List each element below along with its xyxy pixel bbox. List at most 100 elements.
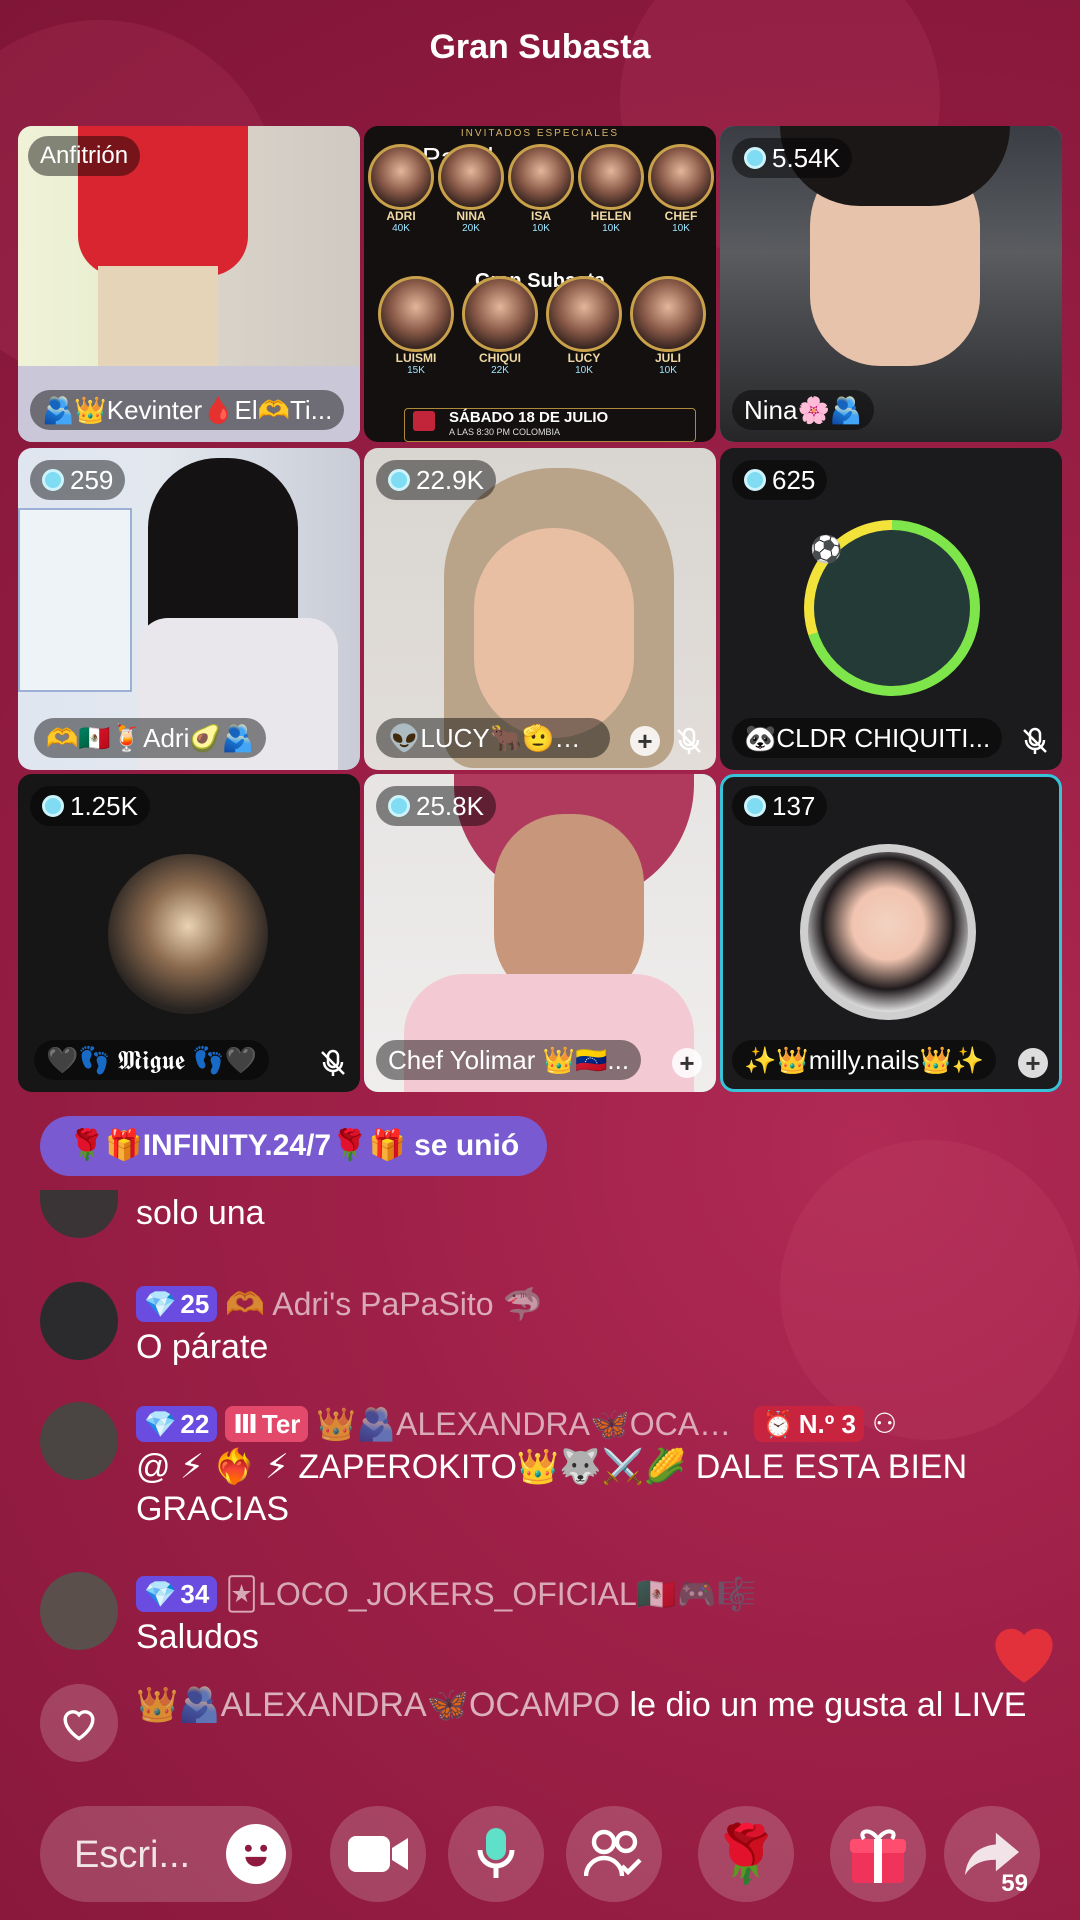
poster-avatar: [438, 144, 504, 210]
add-icon[interactable]: +: [672, 1048, 702, 1078]
fan-club-icon: Ⅲ: [233, 1409, 258, 1439]
poster-guest-value: 40K: [392, 223, 410, 234]
calendar-icon: [413, 411, 435, 431]
user-joined-banner: 🌹🎁INFINITY.24/7🌹🎁 se unió: [40, 1116, 548, 1176]
avatar[interactable]: [40, 1402, 118, 1480]
message-text: solo una: [136, 1194, 265, 1232]
poster-avatar: [368, 144, 434, 210]
poster-guest-value: 10K: [659, 365, 677, 376]
mic-muted-icon: [1023, 727, 1047, 754]
poster-guest: LUISMI 15K: [378, 276, 454, 376]
guest-name: 👽LUCY🐂🫡🦔🐱: [376, 718, 610, 758]
avatar[interactable]: [40, 1282, 118, 1360]
poster-guest: ADRI 40K: [368, 144, 434, 234]
poster-date: SÁBADO 18 DE JULIO: [449, 409, 609, 426]
poster-guest: ISA 10K: [508, 144, 574, 234]
poster-guest-name: JULI: [654, 351, 681, 365]
poster-guest: HELEN 10K: [578, 144, 644, 234]
guest-name: 🫶🇲🇽🍹Adri🥑🫂: [34, 718, 267, 758]
level-badge: 💎 34: [136, 1576, 218, 1612]
stream-title: Gran Subasta: [429, 28, 651, 66]
comment-placeholder: Escri...: [74, 1834, 191, 1876]
viewer-count: 1.25K: [30, 786, 150, 826]
gift-button[interactable]: [830, 1806, 926, 1902]
username[interactable]: 🫶 Adri's PaPaSito 🦈: [225, 1282, 542, 1326]
poster-guest-name: NINA: [456, 209, 486, 223]
poster-avatar: [648, 144, 714, 210]
guest-tile[interactable]: ⚽ 625 🐼CLDR CHIQUITI...: [720, 448, 1062, 770]
microphone-icon: [477, 1828, 515, 1878]
smiley-icon: [234, 1832, 278, 1876]
message-text: O párate: [136, 1328, 269, 1366]
share-button[interactable]: 59: [944, 1806, 1040, 1902]
guest-name: 🐼CLDR CHIQUITI...: [732, 718, 1003, 758]
poster-guest: CHEF 10K: [648, 144, 714, 234]
add-icon[interactable]: +: [630, 726, 660, 756]
add-icon[interactable]: +: [1018, 1048, 1048, 1078]
emoji-button[interactable]: [226, 1824, 286, 1884]
microphone-button[interactable]: [448, 1806, 544, 1902]
fan-badge: Ⅲ Ter: [225, 1406, 309, 1442]
bottom-toolbar: Escri... 🌹 59: [40, 1806, 1050, 1902]
message-text: le dio un me gusta al LIVE: [629, 1686, 1027, 1724]
level-badge: 💎 22: [136, 1406, 218, 1442]
share-count: 59: [1001, 1870, 1028, 1897]
comment-input[interactable]: Escri...: [40, 1806, 292, 1902]
guest-tile[interactable]: 22.9K 👽LUCY🐂🫡🦔🐱 +: [364, 448, 716, 770]
poster-avatar: [578, 144, 644, 210]
username[interactable]: 🃏LOCO_JOKERS_OFICIAL🇲🇽🎮🎼: [225, 1572, 756, 1616]
poster-guest-name: ISA: [530, 209, 551, 223]
guest-tile[interactable]: 25.8K Chef Yolimar 👑🇻🇪... +: [364, 774, 716, 1092]
heart-outline-icon: [63, 1710, 95, 1741]
poster-avatar: [546, 276, 622, 352]
guest-name: Nina🌸🫂: [732, 390, 875, 430]
poster-row-top: ADRI 40K NINA 20K ISA 10K HELEN 10K CHEF 10K: [368, 144, 714, 254]
viewer-count: 25.8K: [376, 786, 496, 826]
message-text: Saludos: [136, 1618, 259, 1656]
guest-tile[interactable]: 137 ✨👑milly.nails👑✨ +: [720, 774, 1062, 1092]
poster-guest: CHIQUI 22K: [462, 276, 538, 376]
poster-guest-name: HELEN: [590, 209, 632, 223]
rose-icon: 🌹: [711, 1822, 781, 1885]
poster-avatar: [378, 276, 454, 352]
camera-button[interactable]: [330, 1806, 426, 1902]
video-subject: [474, 528, 634, 738]
viewer-count: 22.9K: [376, 460, 496, 500]
diamond-icon: 💎: [144, 1289, 177, 1319]
guest-tile-host[interactable]: Anfitrión 🫂👑Kevinter🩸El🫶Ti...: [18, 126, 360, 442]
gem-icon: [388, 469, 410, 491]
avatar: [108, 854, 268, 1014]
avatar[interactable]: [40, 1190, 118, 1238]
guest-name: ✨👑milly.nails👑✨: [732, 1040, 997, 1080]
gem-icon: [744, 469, 766, 491]
guests-icon[interactable]: ⚇: [872, 1402, 897, 1446]
gem-icon: [42, 795, 64, 817]
mic-muted-icon: [321, 1049, 345, 1076]
guest-tile[interactable]: 1.25K 🖤👣 𝕸𝖎𝖌𝖚𝖊 👣🖤: [18, 774, 360, 1092]
wall-poster: [18, 508, 132, 692]
diamond-icon: 💎: [144, 1409, 177, 1439]
guests-button[interactable]: [566, 1806, 662, 1902]
poster-guest-name: LUISMI: [395, 351, 437, 365]
avatar: [808, 852, 968, 1012]
message-text: @ ⚡ ❤️‍🔥 ⚡ ZAPEROKITO👑🐺⚔️🌽 DALE ESTA BIE…: [136, 1448, 968, 1528]
rose-gift-button[interactable]: 🌹: [698, 1806, 794, 1902]
poster-guest-value: 10K: [575, 365, 593, 376]
mic-muted-icon: [677, 727, 701, 754]
video-camera-icon: [348, 1836, 408, 1872]
poster-date-box: SÁBADO 18 DE JULIO A LAS 8:30 PM COLOMBI…: [404, 408, 696, 442]
poster-avatar: [508, 144, 574, 210]
guest-tile[interactable]: 5.54K Nina🌸🫂: [720, 126, 1062, 442]
level-badge: 💎 25: [136, 1286, 218, 1322]
username[interactable]: 👑🫂ALEXANDRA🦋OCAM...: [316, 1402, 746, 1446]
guest-tile[interactable]: 259 🫶🇲🇽🍹Adri🥑🫂: [18, 448, 360, 770]
guest-name: 🖤👣 𝕸𝖎𝖌𝖚𝖊 👣🖤: [34, 1040, 269, 1080]
gem-icon: [744, 147, 766, 169]
gem-icon: [744, 795, 766, 817]
floating-heart-icon: [995, 1628, 1053, 1683]
poster-guest-value: 10K: [672, 223, 690, 234]
username[interactable]: 👑🫂ALEXANDRA🦋OCAMPO: [136, 1686, 620, 1724]
poster-avatar: [630, 276, 706, 352]
avatar[interactable]: [40, 1572, 118, 1650]
event-panel-tile[interactable]: INVITADOS ESPECIALES Panel ADRI40KNINA20…: [364, 126, 716, 442]
